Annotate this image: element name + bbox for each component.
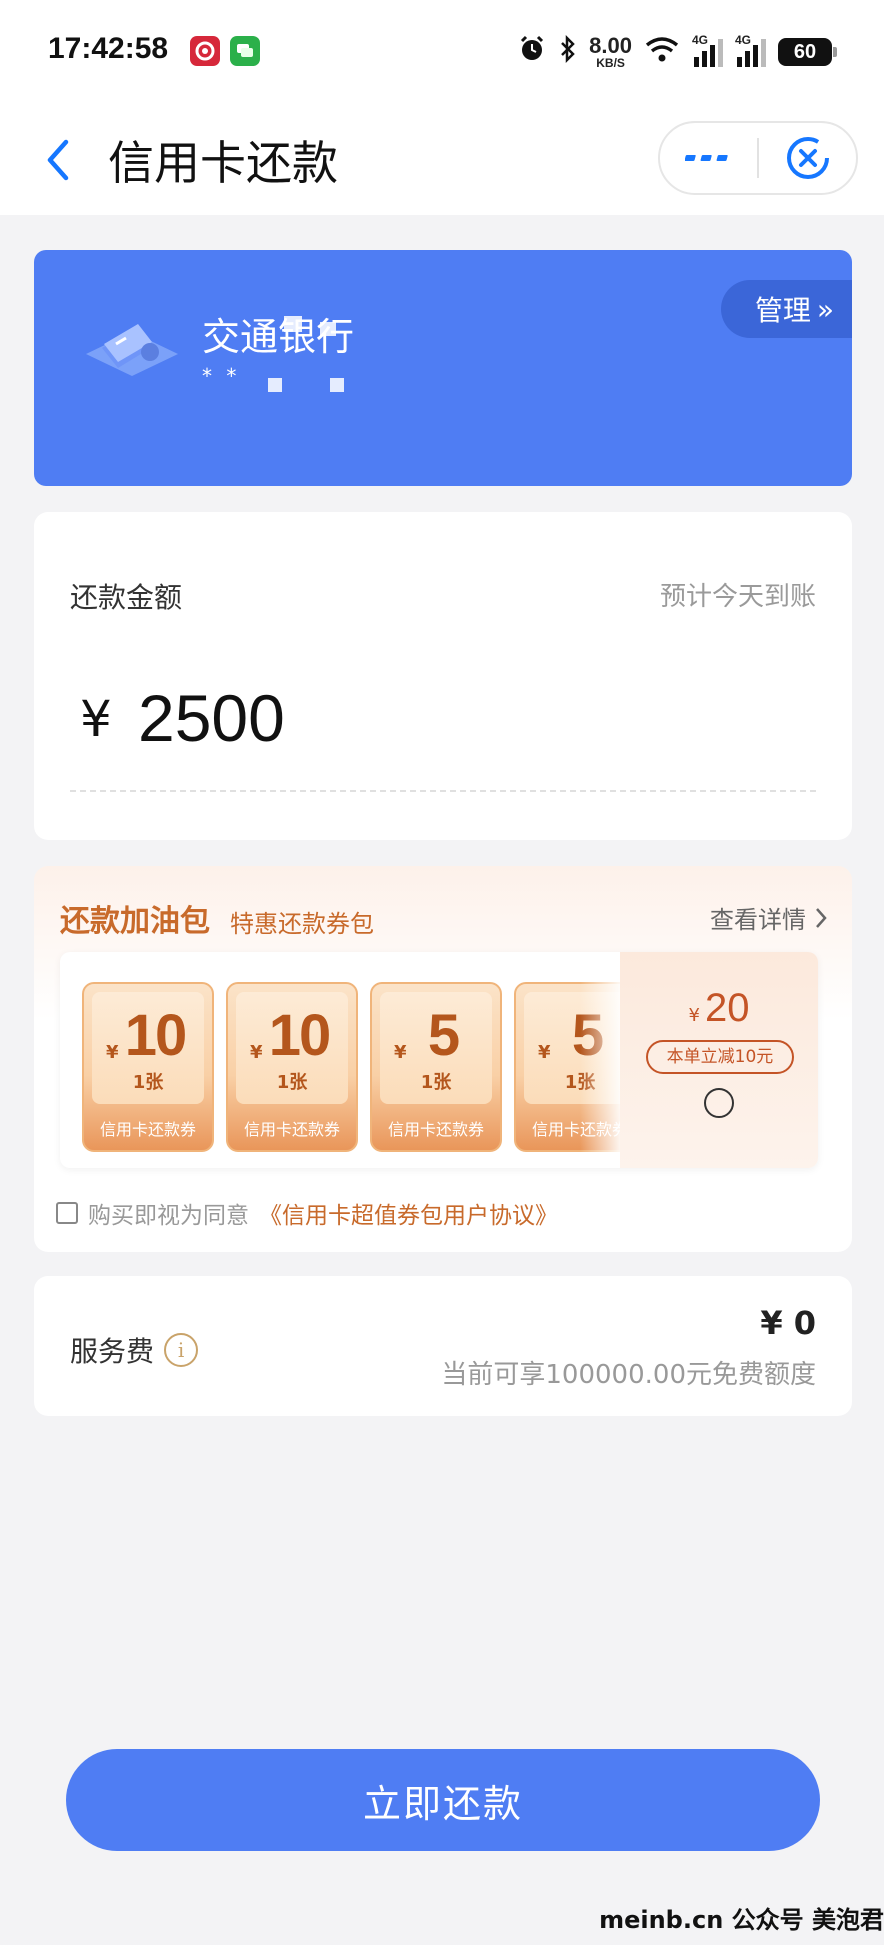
double-chevron-right-icon: » xyxy=(816,292,834,326)
bluetooth-icon xyxy=(559,34,577,71)
coupon-tag: 信用卡还款券 xyxy=(387,1120,484,1139)
repay-now-button[interactable]: 立即还款 xyxy=(66,1749,820,1851)
service-fee-card: 服务费 i ¥ 0 当前可享100000.00元免费额度 xyxy=(34,1276,852,1416)
service-fee-label: 服务费 xyxy=(70,1335,155,1368)
more-icon xyxy=(684,155,728,161)
notification-app-icon-red xyxy=(190,36,220,66)
close-circle-icon xyxy=(786,137,829,179)
view-details-label: 查看详情 xyxy=(710,906,806,934)
signal-icon-1: 4G xyxy=(692,33,723,67)
network-speed: 8.00 KB/S xyxy=(589,33,632,70)
coupon-qty: 1张 xyxy=(132,1072,164,1093)
coupon-item: ¥ 10 1张 信用卡还款券 xyxy=(226,982,358,1152)
coupon-value: 5 xyxy=(427,1003,460,1068)
coupon-item: ¥ 10 1张 信用卡还款券 xyxy=(82,982,214,1152)
bundle-select-radio[interactable] xyxy=(704,1088,734,1118)
page-title: 信用卡还款 xyxy=(108,136,338,190)
agreement-checkbox[interactable] xyxy=(56,1202,78,1224)
bundle-price-panel[interactable]: ¥ 20 本单立减10元 xyxy=(620,952,818,1168)
manage-button[interactable]: 管理 » xyxy=(720,280,852,338)
status-bar: 17:42:58 8.00 KB/S 4G 4G 60 xyxy=(0,0,884,105)
manage-label: 管理 xyxy=(754,294,811,327)
close-miniapp-button[interactable] xyxy=(759,123,856,193)
coupon-item: ¥ 5 1张 信用卡还款券 xyxy=(370,982,502,1152)
agreement-row: 购买即视为同意 《信用卡超值券包用户协议》 xyxy=(56,1196,558,1230)
coupon-value: 10 xyxy=(124,1003,188,1068)
arrival-note: 预计今天到账 xyxy=(659,582,816,612)
nav-bar: 信用卡还款 xyxy=(0,105,884,215)
coupon-bundle[interactable]: ¥ 10 1张 信用卡还款券 ¥ 10 1张 信用卡还款券 ¥ 5 1张 信用卡… xyxy=(60,952,818,1168)
promo-subtitle: 特惠还款券包 xyxy=(230,910,374,938)
amount-input[interactable]: 2500 xyxy=(138,680,285,756)
bundle-price: ¥ 20 xyxy=(688,986,750,1030)
miniapp-capsule xyxy=(658,121,858,195)
privacy-mask xyxy=(268,378,282,392)
signal-icon-2: 4G xyxy=(735,33,766,67)
agreement-link[interactable]: 《信用卡超值券包用户协议》 xyxy=(259,1196,558,1230)
back-arrow-icon[interactable] xyxy=(38,135,78,185)
view-details-link[interactable]: 查看详情 xyxy=(710,900,828,935)
coupon-fade xyxy=(580,952,620,1168)
status-time: 17:42:58 xyxy=(48,32,169,65)
coupon-qty: 1张 xyxy=(276,1072,308,1093)
amount-card: 还款金额 预计今天到账 ¥ 2500 xyxy=(34,512,852,840)
promo-title: 还款加油包 xyxy=(60,904,210,939)
promo-card: 还款加油包 特惠还款券包 查看详情 ¥ 10 1张 信用卡还款券 ¥ 10 1张… xyxy=(34,866,852,1252)
discount-badge: 本单立减10元 xyxy=(646,1040,794,1074)
amount-label: 还款金额 xyxy=(70,581,183,614)
battery-indicator: 60 xyxy=(778,38,837,66)
privacy-mask xyxy=(330,378,344,392)
card-number-masked: * * xyxy=(202,364,241,388)
status-indicators: 8.00 KB/S 4G 4G 60 xyxy=(517,30,837,74)
watermark: meinb.cn 公众号 美泡君 xyxy=(599,1906,884,1934)
service-fee-row: 服务费 i xyxy=(70,1330,199,1370)
bank-card-panel[interactable]: 交通银行 * * 管理 » xyxy=(34,250,852,486)
coupon-tag: 信用卡还款券 xyxy=(99,1120,196,1139)
coupon-qty: 1张 xyxy=(420,1072,452,1093)
info-icon[interactable]: i xyxy=(164,1333,199,1367)
currency-symbol: ¥ xyxy=(80,690,112,748)
service-fee-value: ¥ 0 xyxy=(760,1304,816,1342)
notification-app-icon-green xyxy=(230,36,260,66)
privacy-mask xyxy=(320,322,336,336)
alarm-icon xyxy=(517,34,547,71)
coupon-value: 10 xyxy=(268,1003,332,1068)
chevron-right-icon xyxy=(816,907,827,928)
free-quota-note: 当前可享100000.00元免费额度 xyxy=(441,1360,816,1390)
more-menu-button[interactable] xyxy=(660,123,757,193)
privacy-mask xyxy=(284,316,302,332)
coupon-tag: 信用卡还款券 xyxy=(243,1120,340,1139)
amount-divider xyxy=(70,790,816,792)
agreement-text: 购买即视为同意 xyxy=(88,1203,249,1229)
credit-card-icon xyxy=(82,302,182,396)
wifi-icon xyxy=(644,34,680,71)
